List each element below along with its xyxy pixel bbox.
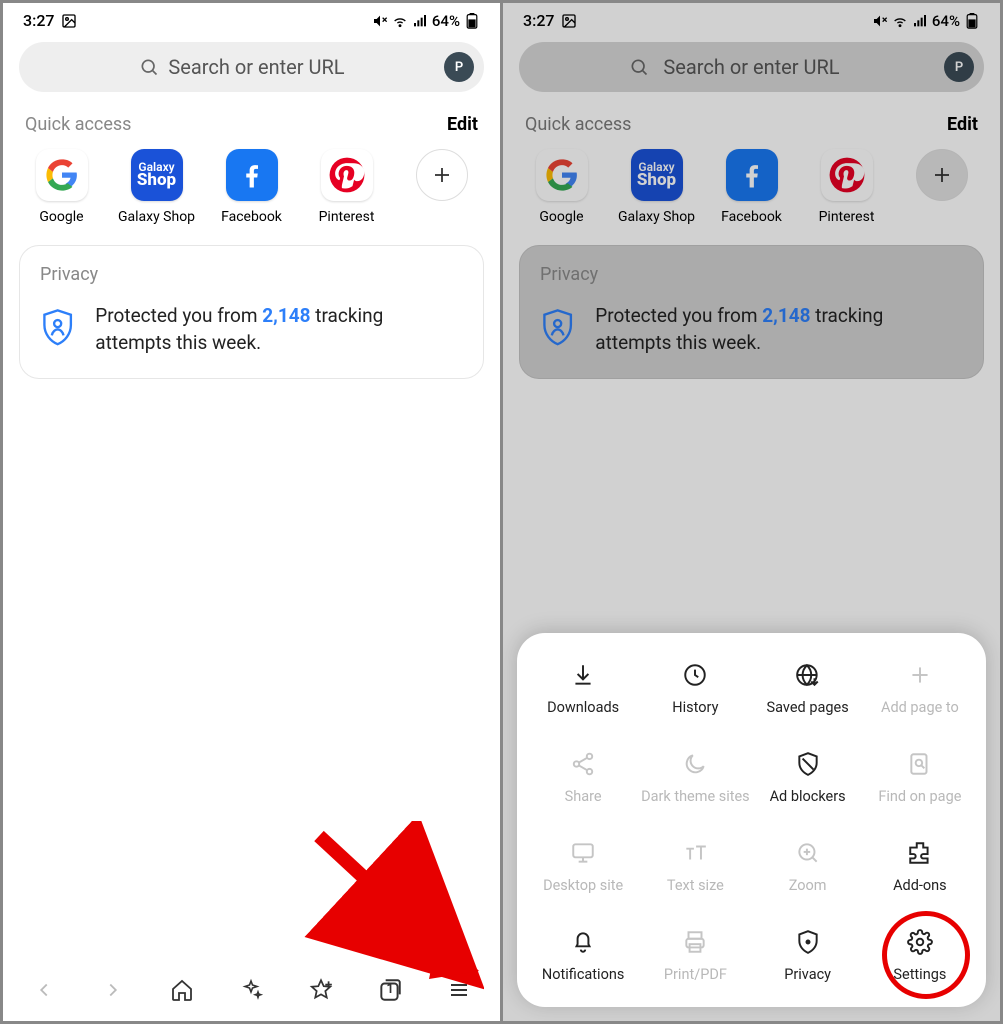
nav-tabs[interactable]: 1 (373, 977, 407, 1003)
shield-icon (540, 303, 575, 353)
privacy-card[interactable]: Privacy Protected you from 2,148 trackin… (19, 245, 484, 379)
qa-facebook[interactable]: Facebook (705, 149, 798, 225)
facebook-icon (737, 160, 767, 190)
status-bar: 3:27 64% (3, 3, 500, 34)
privacy-text: Protected you from 2,148 tracking attemp… (95, 303, 463, 356)
status-time: 3:27 (23, 11, 55, 30)
facebook-icon (237, 160, 267, 190)
signal-icon (412, 13, 428, 29)
mute-icon (372, 13, 388, 29)
menu-settings[interactable]: Settings (864, 928, 976, 983)
phone-screen-right: 3:27 64% Search or enter URL P Quick acc… (503, 3, 1000, 1021)
privacy-title: Privacy (540, 264, 963, 285)
quick-access-row: Google Galaxy Shop Galaxy Shop Facebook … (503, 139, 1000, 235)
menu-dark-theme-sites: Dark theme sites (639, 750, 751, 805)
history-icon (682, 662, 708, 688)
saved-pages-icon (795, 662, 821, 688)
nav-menu[interactable] (442, 978, 476, 1002)
addons-icon (907, 840, 933, 866)
battery-icon (464, 13, 480, 29)
share-icon (570, 751, 596, 777)
privacy-icon (795, 929, 821, 955)
status-time: 3:27 (523, 11, 555, 30)
privacy-title: Privacy (40, 264, 463, 285)
menu-print-pdf: Print/PDF (639, 928, 751, 983)
moon-icon (682, 751, 708, 777)
pinterest-icon (328, 156, 366, 194)
menu-share: Share (527, 750, 639, 805)
print-icon (682, 929, 708, 955)
profile-avatar[interactable]: P (444, 52, 474, 82)
image-icon (61, 13, 77, 29)
edit-button[interactable]: Edit (947, 114, 978, 135)
desktop-icon (569, 840, 597, 866)
plus-icon (916, 149, 968, 201)
qa-galaxy-shop[interactable]: Galaxy Shop Galaxy Shop (110, 149, 203, 225)
image-icon (561, 13, 577, 29)
tools-menu-sheet: Downloads History Saved pages Add page t… (517, 633, 986, 1007)
nav-back[interactable] (27, 979, 61, 1001)
qa-galaxy-shop[interactable]: Galaxy Shop Galaxy Shop (610, 149, 703, 225)
download-icon (570, 662, 596, 688)
plus-icon (907, 662, 933, 688)
qa-google[interactable]: Google (515, 149, 608, 225)
search-icon (139, 57, 159, 77)
menu-add-ons[interactable]: Add-ons (864, 839, 976, 894)
plus-icon (416, 149, 468, 201)
qa-facebook[interactable]: Facebook (205, 149, 298, 225)
phone-screen-left: 3:27 64% Search or enter URL P Quick acc… (3, 3, 500, 1021)
status-bar: 3:27 64% (503, 3, 1000, 34)
gear-icon (907, 929, 933, 955)
menu-saved-pages[interactable]: Saved pages (752, 661, 864, 716)
nav-ai[interactable] (234, 978, 268, 1002)
quick-access-title: Quick access (25, 114, 131, 135)
search-placeholder: Search or enter URL (79, 55, 434, 79)
bell-icon (570, 929, 596, 955)
wifi-icon (392, 13, 408, 29)
menu-add-page-to: Add page to (864, 661, 976, 716)
quick-access-row: Google Galaxy Shop Galaxy Shop Facebook … (3, 139, 500, 235)
quick-access-title: Quick access (525, 114, 631, 135)
qa-add[interactable] (895, 149, 988, 225)
bottom-nav: 1 (3, 963, 500, 1021)
google-icon (45, 158, 79, 192)
qa-google[interactable]: Google (15, 149, 108, 225)
mute-icon (872, 13, 888, 29)
zoom-icon (795, 840, 821, 866)
google-icon (545, 158, 579, 192)
text-size-icon (681, 840, 709, 866)
search-placeholder: Search or enter URL (569, 55, 934, 79)
adblock-icon (795, 751, 821, 777)
qa-add[interactable] (395, 149, 488, 225)
nav-forward[interactable] (96, 979, 130, 1001)
profile-avatar[interactable]: P (944, 52, 974, 82)
find-icon (907, 751, 933, 777)
menu-privacy[interactable]: Privacy (752, 928, 864, 983)
nav-home[interactable] (165, 978, 199, 1002)
search-bar[interactable]: Search or enter URL P (519, 42, 984, 92)
menu-ad-blockers[interactable]: Ad blockers (752, 750, 864, 805)
pinterest-icon (828, 156, 866, 194)
qa-pinterest[interactable]: Pinterest (300, 149, 393, 225)
menu-text-size: Text size (639, 839, 751, 894)
shield-icon (40, 303, 75, 353)
menu-zoom: Zoom (752, 839, 864, 894)
search-bar[interactable]: Search or enter URL P (19, 42, 484, 92)
edit-button[interactable]: Edit (447, 114, 478, 135)
privacy-card[interactable]: Privacy Protected you from 2,148 trackin… (519, 245, 984, 379)
battery-icon (964, 13, 980, 29)
battery-percent: 64% (432, 12, 460, 30)
menu-desktop-site: Desktop site (527, 839, 639, 894)
signal-icon (912, 13, 928, 29)
nav-bookmarks[interactable] (304, 977, 338, 1003)
battery-percent: 64% (932, 12, 960, 30)
privacy-text: Protected you from 2,148 tracking attemp… (595, 303, 963, 356)
menu-notifications[interactable]: Notifications (527, 928, 639, 983)
qa-pinterest[interactable]: Pinterest (800, 149, 893, 225)
menu-downloads[interactable]: Downloads (527, 661, 639, 716)
menu-find-on-page: Find on page (864, 750, 976, 805)
menu-history[interactable]: History (639, 661, 751, 716)
wifi-icon (892, 13, 908, 29)
search-icon (629, 57, 649, 77)
